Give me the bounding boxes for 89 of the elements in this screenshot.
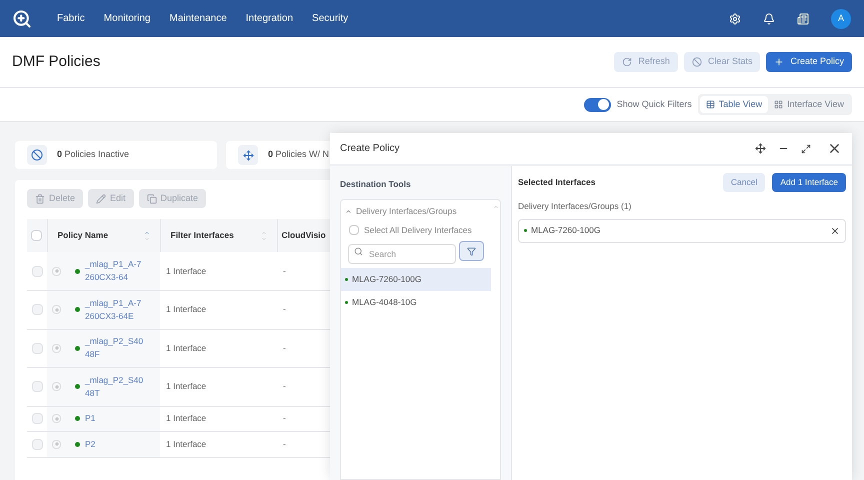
table-cell: 1 Interface xyxy=(160,252,277,290)
bell-icon[interactable] xyxy=(763,12,775,24)
scroll-up-icon[interactable] xyxy=(492,204,498,210)
plus-icon xyxy=(54,416,60,422)
section-heading: Selected Interfaces xyxy=(518,176,596,189)
sort-icon[interactable] xyxy=(260,230,266,242)
expand-button[interactable] xyxy=(52,305,61,314)
search-field[interactable]: Search xyxy=(348,244,456,264)
delete-button[interactable]: Delete xyxy=(27,189,84,208)
duplicate-button[interactable]: Duplicate xyxy=(138,189,206,208)
checkbox[interactable] xyxy=(32,413,42,424)
column-header[interactable]: CloudVisio xyxy=(282,229,326,242)
group-label[interactable]: Delivery Interfaces/Groups xyxy=(356,204,457,218)
create-policy-button[interactable]: Create Policy xyxy=(766,52,852,72)
trash-icon xyxy=(35,194,45,204)
search-icon xyxy=(354,246,363,256)
plus-icon xyxy=(774,57,784,67)
plus-icon xyxy=(54,441,60,448)
toggle-switch[interactable] xyxy=(584,98,611,112)
table-cell: - xyxy=(277,432,330,457)
edit-button[interactable]: Edit xyxy=(88,189,134,208)
pencil-icon xyxy=(96,194,106,204)
checkbox[interactable] xyxy=(349,224,359,235)
stat-text: 0 Policies Inactive xyxy=(57,148,130,162)
expand-button[interactable] xyxy=(52,344,61,353)
avatar[interactable]: A xyxy=(831,8,851,28)
stat-text: 0 Policies W/ N xyxy=(268,148,330,162)
copy-icon xyxy=(146,194,157,204)
nav-link[interactable]: Monitoring xyxy=(104,11,150,26)
view-tab[interactable]: Interface View xyxy=(768,96,850,113)
table-cell: 1 Interface xyxy=(160,290,277,329)
close-icon[interactable] xyxy=(827,141,842,156)
plus-icon xyxy=(54,384,60,390)
toggle-label: Show Quick Filters xyxy=(616,98,692,111)
expand-button[interactable] xyxy=(52,440,61,449)
interface-name: MLAG-7260-100G xyxy=(531,224,600,238)
checkbox-label: Select All Delivery Interfaces xyxy=(364,224,472,236)
checkbox[interactable] xyxy=(32,266,42,276)
expand-icon[interactable] xyxy=(801,144,811,154)
checkbox[interactable] xyxy=(32,381,42,392)
table-icon xyxy=(706,100,715,109)
settings-icon[interactable] xyxy=(729,12,741,24)
table-cell: - xyxy=(277,329,330,368)
table-cell: 1 Interface xyxy=(160,432,277,457)
nav-link[interactable]: Integration xyxy=(246,11,294,26)
plus-icon xyxy=(54,268,60,274)
cancel-button[interactable]: Cancel xyxy=(722,173,766,192)
grid-icon xyxy=(774,100,784,109)
table-cell: 1 Interface xyxy=(160,329,277,368)
refresh-button[interactable]: Refresh xyxy=(614,52,678,72)
checkbox[interactable] xyxy=(31,230,42,241)
plus-icon xyxy=(54,306,60,313)
remove-icon[interactable] xyxy=(830,226,840,236)
nav-link[interactable]: Security xyxy=(312,11,348,26)
move-icon[interactable] xyxy=(755,143,766,154)
nav-link[interactable]: Fabric xyxy=(57,11,85,26)
table-cell: - xyxy=(277,290,330,329)
caret-icon[interactable] xyxy=(345,208,352,215)
checkbox[interactable] xyxy=(32,342,42,354)
ban-icon xyxy=(692,57,702,67)
document-icon[interactable] xyxy=(797,12,809,24)
filter-button[interactable] xyxy=(459,241,484,262)
interface-list-item[interactable]: MLAG-4048-10G xyxy=(341,291,491,314)
table-cell: - xyxy=(277,368,330,406)
expand-button[interactable] xyxy=(52,414,61,424)
page-title: DMF Policies xyxy=(12,52,100,72)
plus-icon xyxy=(54,345,60,352)
logo-icon xyxy=(12,8,32,28)
column-header[interactable]: Filter Interfaces xyxy=(170,229,234,242)
dialog-title: Create Policy xyxy=(340,142,400,156)
table-cell: - xyxy=(277,252,330,290)
checkbox[interactable] xyxy=(32,304,42,316)
expand-button[interactable] xyxy=(52,266,61,276)
group-label: Delivery Interfaces/Groups (1) xyxy=(518,200,632,213)
filter-icon xyxy=(467,246,476,256)
expand-button[interactable] xyxy=(52,382,61,392)
section-heading: Destination Tools xyxy=(340,178,412,191)
column-header[interactable]: Policy Name xyxy=(58,229,108,242)
checkbox[interactable] xyxy=(32,438,42,450)
table-cell: 1 Interface xyxy=(160,368,277,406)
nav-link[interactable]: Maintenance xyxy=(170,11,227,26)
add-interface-button[interactable]: Add 1 Interface xyxy=(772,173,846,192)
clear-stats-button[interactable]: Clear Stats xyxy=(684,52,760,72)
interface-list-item[interactable]: MLAG-7260-100G xyxy=(341,268,491,292)
table-cell: 1 Interface xyxy=(160,406,277,432)
sort-icon[interactable] xyxy=(144,230,150,242)
ban-icon xyxy=(31,149,43,161)
table-cell: - xyxy=(277,406,330,432)
view-tab[interactable]: Table View xyxy=(700,96,768,113)
